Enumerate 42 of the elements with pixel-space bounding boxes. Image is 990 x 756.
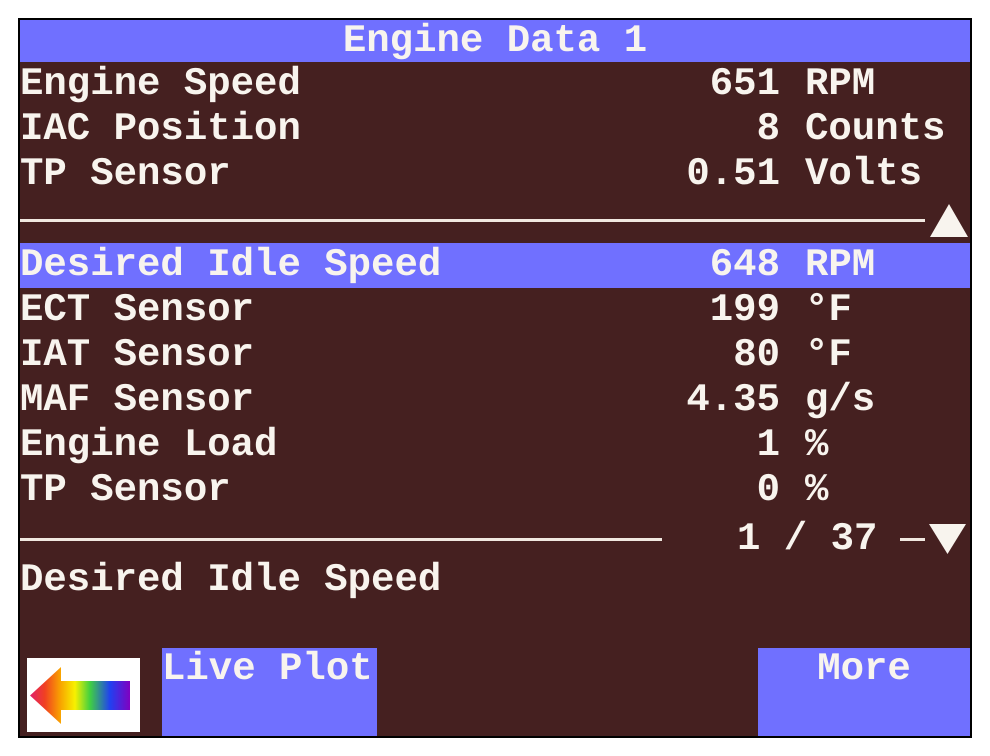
parameter-unit: °F [805, 288, 852, 333]
rainbow-arrow-left-icon [30, 666, 130, 724]
parameter-name: TP Sensor [20, 152, 231, 197]
parameter-unit: % [805, 423, 828, 468]
back-button[interactable] [27, 658, 140, 732]
parameter-unit: RPM [805, 62, 876, 107]
parameter-name: TP Sensor [20, 468, 231, 513]
selected-parameter-label: Desired Idle Speed [20, 559, 442, 601]
parameter-value: 651 [710, 62, 780, 107]
data-row[interactable]: Engine Load 1 % [20, 423, 970, 468]
parameter-name: ECT Sensor [20, 288, 254, 333]
parameter-name: MAF Sensor [20, 378, 254, 423]
parameter-name: IAC Position [20, 107, 301, 152]
softkey-button[interactable]: Live Plot [162, 648, 377, 736]
screen-title: Engine Data 1 [20, 20, 970, 62]
parameter-value: 0 [756, 468, 780, 513]
parameter-unit: RPM [805, 243, 876, 288]
parameter-value: 0.51 [686, 152, 780, 197]
parameter-value: 4.35 [686, 378, 780, 423]
parameter-value: 648 [710, 243, 780, 288]
parameter-value: 199 [710, 288, 780, 333]
scroll-down-icon[interactable] [929, 524, 966, 554]
parameter-value: 1 [756, 423, 780, 468]
parameter-value: 80 [733, 333, 780, 378]
data-row[interactable]: TP Sensor 0 % [20, 468, 970, 513]
parameter-unit: Counts [805, 107, 946, 152]
parameter-name: IAT Sensor [20, 333, 254, 378]
scroll-up-icon[interactable] [930, 204, 968, 237]
parameter-unit: Volts [805, 152, 922, 197]
data-row[interactable]: MAF Sensor 4.35 g/s [20, 378, 970, 423]
data-row[interactable]: ECT Sensor 199 °F [20, 288, 970, 333]
softkey-button[interactable]: More [758, 648, 970, 736]
parameter-name: Engine Load [20, 423, 278, 468]
parameter-unit: g/s [805, 378, 876, 423]
parameter-unit: °F [805, 333, 852, 378]
data-row[interactable]: IAT Sensor 80 °F [20, 333, 970, 378]
page-counter: 1 / 37 [737, 519, 878, 559]
parameter-unit: % [805, 468, 828, 513]
parameter-name: Engine Speed [20, 62, 301, 107]
data-row[interactable]: Desired Idle Speed 648 RPM [20, 243, 970, 288]
parameter-value: 8 [756, 107, 780, 152]
parameter-name: Desired Idle Speed [20, 243, 442, 288]
